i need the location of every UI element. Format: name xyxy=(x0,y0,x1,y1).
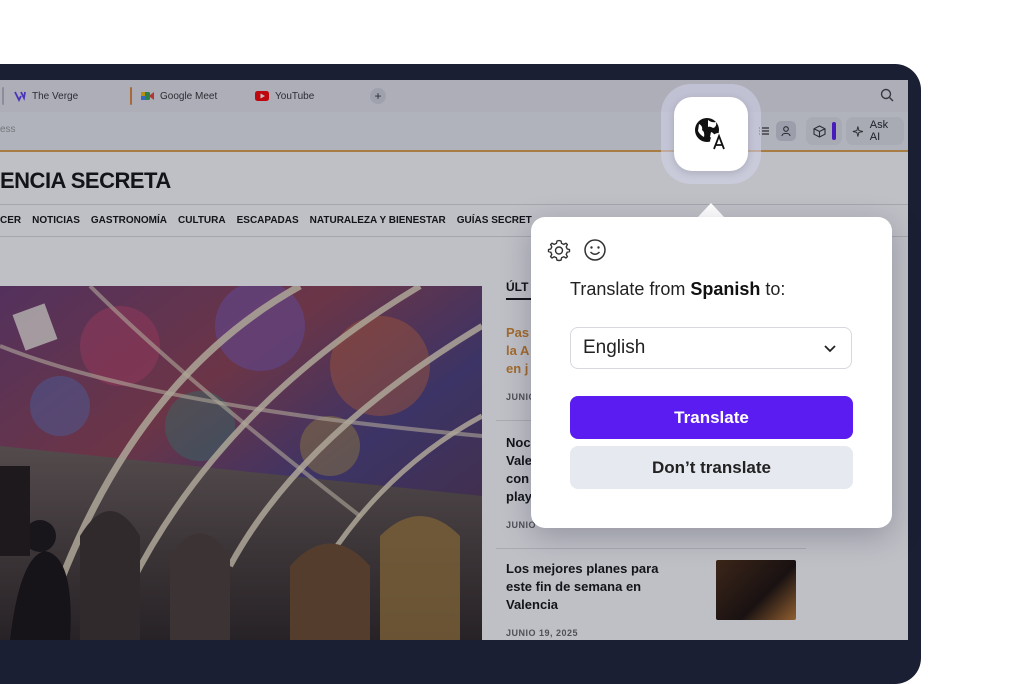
popup-arrow xyxy=(697,203,725,218)
source-language: Spanish xyxy=(690,279,761,299)
settings-gear-icon[interactable] xyxy=(547,238,571,262)
translate-globe-icon xyxy=(695,118,728,151)
chevron-down-icon xyxy=(824,344,836,352)
translate-action-button[interactable]: Translate xyxy=(570,396,853,439)
translate-popup: Translate from Spanish to: English Trans… xyxy=(531,217,892,528)
target-language-select[interactable]: English xyxy=(570,327,852,369)
dont-translate-button[interactable]: Don’t translate xyxy=(570,446,853,489)
selected-language: English xyxy=(583,337,646,358)
translate-prompt: Translate from Spanish to: xyxy=(570,279,785,300)
translate-button[interactable] xyxy=(674,97,748,171)
feedback-smiley-icon[interactable] xyxy=(583,238,607,262)
popup-icon-row xyxy=(547,238,607,262)
prompt-prefix: Translate from xyxy=(570,279,691,299)
prompt-suffix: to: xyxy=(760,279,786,299)
